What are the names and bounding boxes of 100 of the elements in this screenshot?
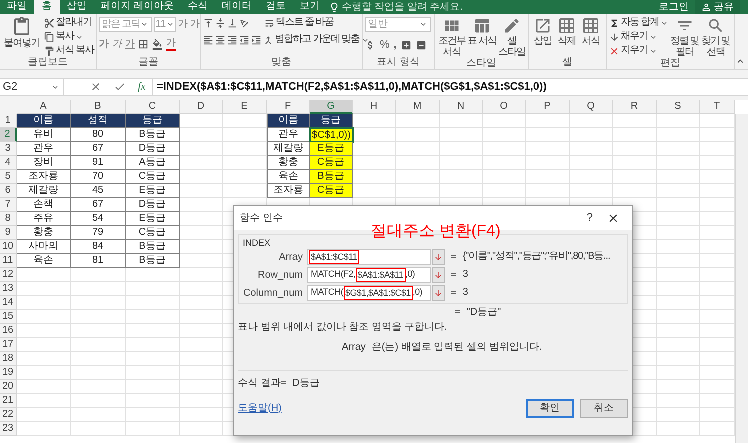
comma-button[interactable]: ,	[394, 37, 397, 54]
ribbon-button[interactable]: 표 서식	[467, 17, 497, 58]
tell-me-field[interactable]: 수행할 작업을 알려 주세요.	[342, 0, 472, 14]
row-header[interactable]: 11	[0, 254, 17, 268]
table-cell: B등급	[126, 240, 180, 254]
row-header[interactable]: 18	[0, 352, 17, 366]
table-cell: 관우	[17, 142, 71, 156]
row-header[interactable]: 17	[0, 338, 17, 352]
collapse-dialog-button[interactable]	[432, 249, 445, 265]
formula-result-value: D등급	[292, 376, 320, 390]
menu-tab[interactable]: 검토	[258, 0, 293, 14]
vertical-scrollbar[interactable]	[735, 114, 748, 443]
menu-tab[interactable]: 페이지 레이아웃	[94, 0, 181, 14]
enter-icon[interactable]	[114, 81, 126, 93]
row-header[interactable]: 1	[0, 114, 17, 128]
row-header[interactable]: 22	[0, 408, 17, 422]
align-bottom-icon[interactable]	[227, 18, 238, 28]
row-header[interactable]: 6	[0, 184, 17, 198]
row-header[interactable]: 2	[0, 128, 17, 142]
row-header[interactable]: 10	[0, 240, 17, 254]
row-header[interactable]: 3	[0, 142, 17, 156]
row-header[interactable]: 21	[0, 394, 17, 408]
row-header[interactable]: 19	[0, 366, 17, 380]
ribbon-button[interactable]: 삭제	[555, 17, 579, 47]
collapse-dialog-button[interactable]	[432, 285, 445, 301]
ribbon-button[interactable]: 자동 합계	[609, 17, 669, 29]
argument-field[interactable]: $A$1:$C$11	[307, 249, 431, 265]
argument-result: 3	[462, 288, 469, 298]
ribbon-group-label: 편집	[660, 58, 682, 69]
menu-tab[interactable]: 데이터	[214, 0, 259, 14]
align-middle-icon[interactable]	[215, 18, 226, 28]
table-cell: E등급	[126, 184, 180, 198]
table-cell: 사마의	[17, 240, 71, 254]
ribbon-button[interactable]: 정렬 및 필터	[670, 17, 700, 58]
ribbon-button[interactable]: 병합하고 가운데 맞춤	[263, 34, 370, 46]
argument-result: {"이름","성적","등급";"유비",80,"B등...	[462, 252, 612, 262]
table-cell: 육손	[267, 170, 310, 184]
table-cell: 81	[71, 254, 126, 268]
menu-tab[interactable]: 수식	[180, 0, 215, 14]
row-header[interactable]: 13	[0, 282, 17, 296]
argument-label: Column_num	[243, 286, 304, 300]
menu-tab[interactable]: 보기	[292, 0, 327, 14]
argument-description: 은(는) 배열로 입력된 셀의 범위입니다.	[372, 341, 542, 355]
ribbon-button[interactable]: 찾기 및 선택	[700, 17, 731, 58]
ribbon-button[interactable]: 텍스트 줄 바꿈	[264, 17, 334, 29]
argument-field[interactable]: MATCH(F2, $A$1:$A$11 ,0)	[307, 267, 431, 283]
table-cell: C등급	[126, 226, 180, 240]
indent-increase-icon[interactable]	[251, 34, 262, 46]
row-header[interactable]: 4	[0, 156, 17, 170]
row-header[interactable]: 14	[0, 296, 17, 310]
menu-tab[interactable]: 파일	[0, 0, 34, 14]
sign-in-link[interactable]: 로그인	[653, 0, 695, 14]
indent-decrease-icon[interactable]	[239, 34, 250, 46]
share-button[interactable]: 공유	[695, 0, 740, 14]
table-cell: C등급	[310, 184, 353, 198]
ribbon-button[interactable]: 복사	[44, 31, 94, 43]
formula-field[interactable]: =INDEX($A$1:$C$11,MATCH(F2,$A$1:$A$11,0),MATCH($G$1,$A$1:$C$1,0))	[152, 79, 748, 95]
ribbon-button[interactable]: 조건부 서식	[437, 17, 467, 58]
menu-tab[interactable]: 삽입	[60, 0, 94, 14]
ribbon-button[interactable]: 붙여넣기	[2, 17, 42, 49]
ribbon-button[interactable]: 삽입	[531, 17, 555, 47]
ribbon-group-label: 스타일	[466, 58, 498, 69]
fill-bucket-icon[interactable]	[152, 39, 163, 50]
row-header[interactable]: 5	[0, 170, 17, 184]
collapse-dialog-button[interactable]	[432, 267, 445, 283]
row-header[interactable]: 16	[0, 324, 17, 338]
row-header[interactable]: 23	[0, 422, 17, 436]
row-header[interactable]: 9	[0, 226, 17, 240]
ribbon-button[interactable]: 지우기	[609, 45, 669, 57]
row-header[interactable]: 7	[0, 198, 17, 212]
ribbon-button[interactable]: 셀 스타일	[497, 17, 527, 58]
ribbon-button[interactable]: 채우기	[609, 31, 669, 43]
row-header[interactable]: 20	[0, 380, 17, 394]
align-top-icon[interactable]	[203, 18, 214, 28]
menu-tab[interactable]: 홈	[34, 0, 60, 14]
align-left-icon[interactable]	[203, 34, 214, 46]
table-icon	[473, 17, 491, 35]
ribbon-button[interactable]: 잘라내기	[44, 17, 94, 29]
cancel-icon[interactable]	[90, 81, 102, 93]
orientation-icon[interactable]	[239, 18, 250, 28]
argument-label: Array	[278, 250, 304, 264]
dialog-button[interactable]: 취소	[580, 398, 628, 418]
row-header[interactable]: 12	[0, 268, 17, 282]
row-header[interactable]: 8	[0, 212, 17, 226]
ribbon-button[interactable]: 서식	[579, 17, 603, 47]
column-header[interactable]: G	[310, 100, 353, 114]
dialog-button[interactable]: 확인	[526, 398, 574, 418]
insert-function-button[interactable]: fx	[138, 78, 146, 96]
borders-icon[interactable]	[138, 39, 149, 50]
help-button[interactable]: ?	[578, 210, 601, 226]
percent-button[interactable]: %	[380, 37, 390, 54]
align-center-icon[interactable]	[215, 34, 226, 46]
ribbon-button[interactable]: 서식 복사	[44, 45, 94, 57]
name-box[interactable]: G2	[0, 79, 64, 95]
active-cell[interactable]: $C$1,0))	[310, 128, 353, 142]
argument-field[interactable]: MATCH( $G$1,$A$1:$C$1 ,0)	[307, 285, 431, 301]
table-cell: E등급	[126, 212, 180, 226]
row-header[interactable]: 15	[0, 310, 17, 324]
align-right-icon[interactable]	[227, 34, 238, 46]
help-link[interactable]: 도움말(H)	[238, 400, 282, 416]
